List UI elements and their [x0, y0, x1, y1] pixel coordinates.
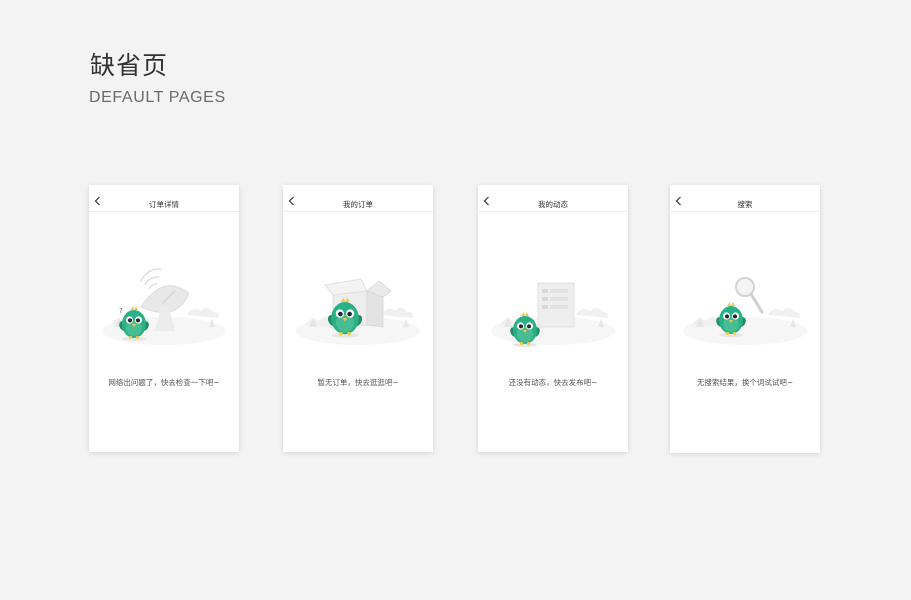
satellite-dish-icon: ?	[102, 268, 226, 345]
page-subtitle: DEFAULT PAGES	[89, 89, 226, 106]
magnifier-icon	[683, 277, 807, 345]
screen-my-feed: 我的动态 还没有动态，快去发布吧~	[478, 185, 628, 452]
empty-state-message: 网络出问题了，快去检查一下吧~	[108, 378, 220, 387]
nav-title: 订单详情	[149, 200, 179, 209]
screen-order-details: 订单详情 ? 网络出问题了，快去检查一下吧~	[89, 185, 239, 452]
nav-title: 我的动态	[538, 200, 568, 209]
open-box-icon	[296, 278, 420, 345]
svg-text:?: ?	[119, 307, 123, 315]
screen-search: 搜索 无搜索结果，换个词试试吧~	[670, 185, 820, 453]
empty-state-message: 还没有动态，快去发布吧~	[508, 378, 598, 387]
empty-state-message: 暂无订单，快去逛逛吧~	[317, 378, 399, 387]
navbar: 我的订单	[283, 185, 433, 212]
navbar: 我的动态	[478, 185, 628, 212]
document-icon	[491, 282, 615, 347]
nav-title: 我的订单	[343, 200, 373, 209]
navbar: 搜索	[670, 185, 820, 212]
empty-state-message: 无搜索结果，换个词试试吧~	[696, 378, 794, 387]
screen-my-orders: 我的订单 暂无订单，快去逛逛吧~	[283, 185, 433, 452]
page-title: 缺省页	[90, 51, 169, 80]
navbar: 订单详情	[89, 185, 239, 212]
nav-title: 搜索	[737, 200, 753, 209]
